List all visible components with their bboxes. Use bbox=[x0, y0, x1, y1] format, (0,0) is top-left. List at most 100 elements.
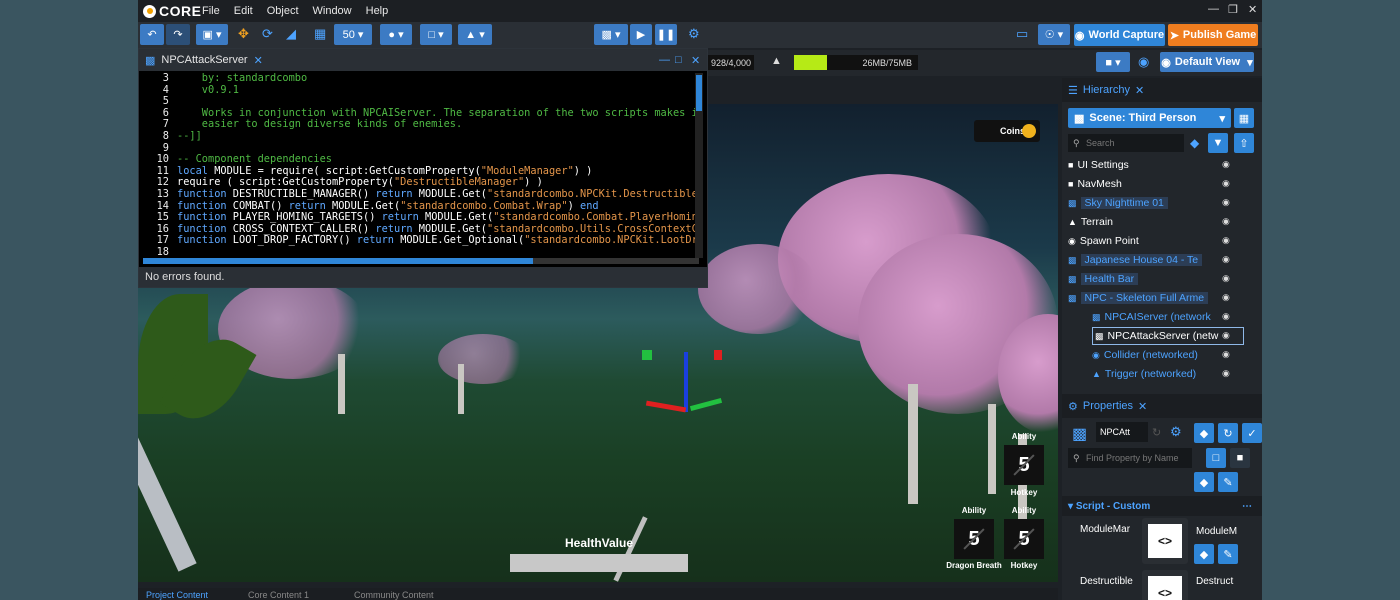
hierarchy-search[interactable]: ⚲ Search bbox=[1068, 134, 1184, 152]
visibility-eye-icon[interactable]: ◉ bbox=[1222, 311, 1230, 322]
grid-size-dropdown[interactable]: 50 ▾ bbox=[334, 24, 372, 45]
redo-button[interactable]: ↷ bbox=[166, 24, 190, 45]
confirm-button[interactable]: ✓ bbox=[1242, 423, 1262, 443]
close-window-icon[interactable]: ✕ bbox=[1248, 3, 1257, 16]
world-capture-button[interactable]: ◉ World Capture bbox=[1074, 24, 1165, 46]
delete-button[interactable]: ■ bbox=[1230, 448, 1250, 468]
hierarchy-item[interactable]: ▩ NPC - Skeleton Full Arme bbox=[1068, 289, 1209, 307]
menu-help[interactable]: Help bbox=[366, 5, 389, 17]
code-line[interactable]: 7 easier to design diverse kinds of enem… bbox=[139, 119, 695, 131]
publish-game-button[interactable]: ➤ Publish Game bbox=[1168, 24, 1258, 46]
visibility-eye-icon[interactable]: ◉ bbox=[1222, 368, 1230, 379]
script-tab-label[interactable]: NPCAttackServer bbox=[161, 54, 247, 66]
code-line[interactable]: 10 -- Component dependencies bbox=[139, 154, 695, 166]
visibility-eye-icon[interactable]: ◉ bbox=[1222, 159, 1230, 170]
hierarchy-tab[interactable]: ☰ Hierarchy ✕ bbox=[1062, 78, 1262, 102]
code-line[interactable]: 4 v0.9.1 bbox=[139, 84, 695, 97]
restore-icon[interactable]: ❐ bbox=[1228, 3, 1238, 16]
network-button[interactable]: ◆ bbox=[1194, 472, 1214, 492]
code-line[interactable]: 13 function DESTRUCTIBLE_MANAGER() return… bbox=[139, 188, 695, 201]
layout-dropdown[interactable]: ■ ▾ bbox=[1096, 52, 1130, 72]
grid-icon[interactable]: ▦ bbox=[314, 26, 326, 42]
editor-minimize-icon[interactable]: — bbox=[659, 54, 670, 66]
gizmo-x-axis[interactable] bbox=[645, 400, 687, 413]
visibility-eye-icon[interactable]: ◉ bbox=[1222, 178, 1230, 189]
rotate-tool-icon[interactable]: ⟳ bbox=[262, 26, 273, 42]
camera-speed-icon[interactable]: ◉ bbox=[1138, 54, 1149, 70]
hierarchy-item[interactable]: ◉ Spawn Point bbox=[1068, 232, 1139, 250]
object-name-field[interactable]: NPCAtt bbox=[1096, 422, 1148, 442]
hierarchy-item[interactable]: ▩ Health Bar bbox=[1068, 270, 1139, 288]
properties-tab[interactable]: ⚙ Properties ✕ bbox=[1062, 394, 1262, 418]
hierarchy-item[interactable]: ▩ NPCAIServer (network bbox=[1092, 308, 1211, 326]
script-asset-thumb[interactable]: <> bbox=[1142, 518, 1188, 564]
hierarchy-item[interactable]: ▩ Sky Nighttime 01 bbox=[1068, 194, 1168, 212]
bug-icon[interactable]: ⚙ bbox=[688, 26, 700, 42]
visibility-eye-icon[interactable]: ◉ bbox=[1222, 273, 1230, 284]
menu-window[interactable]: Window bbox=[313, 5, 352, 17]
refresh-button[interactable]: ↻ bbox=[1218, 423, 1238, 443]
reset-name-icon[interactable]: ↻ bbox=[1152, 426, 1161, 439]
hierarchy-item[interactable]: ▩ Japanese House 04 - Te bbox=[1068, 251, 1203, 269]
network-button[interactable]: ◆ bbox=[1194, 544, 1214, 564]
snap-mode-button[interactable]: ▣ ▾ bbox=[196, 24, 228, 45]
group-icon[interactable]: ◆ bbox=[1190, 136, 1199, 150]
script-custom-section[interactable]: ▾ Script - Custom ⋯ bbox=[1062, 496, 1262, 516]
editor-close-icon[interactable]: ✕ bbox=[691, 54, 700, 67]
edit-button[interactable]: ✎ bbox=[1218, 472, 1238, 492]
properties-close-icon[interactable]: ✕ bbox=[1138, 400, 1147, 413]
code-line[interactable]: 15 function PLAYER_HOMING_TARGETS() retur… bbox=[139, 212, 695, 224]
visibility-eye-icon[interactable]: ◉ bbox=[1222, 254, 1230, 265]
scene-settings-button[interactable]: ▦ bbox=[1234, 108, 1254, 128]
script-asset-thumb[interactable]: <> bbox=[1142, 570, 1188, 600]
tab-community-content[interactable]: Community Content bbox=[354, 590, 434, 600]
visibility-eye-icon[interactable]: ◉ bbox=[1222, 197, 1230, 208]
code-vertical-scrollbar[interactable] bbox=[695, 73, 703, 258]
gizmo-z-axis[interactable] bbox=[684, 352, 688, 412]
hierarchy-item[interactable]: ■ UI Settings bbox=[1068, 156, 1129, 174]
code-area[interactable]: 3 by: standardcombo 4 v0.9.1 5 6 Works in c… bbox=[139, 73, 695, 258]
tab-project-content[interactable]: Project Content bbox=[146, 590, 208, 600]
code-line[interactable]: 18 bbox=[139, 246, 695, 258]
visibility-eye-icon[interactable]: ◉ bbox=[1222, 292, 1230, 303]
visibility-eye-icon[interactable]: ◉ bbox=[1222, 330, 1230, 341]
code-line[interactable]: 3 by: standardcombo bbox=[139, 73, 695, 85]
gizmo-y-axis[interactable] bbox=[689, 397, 723, 412]
collision-dropdown[interactable]: □ ▾ bbox=[420, 24, 452, 45]
menu-edit[interactable]: Edit bbox=[234, 5, 253, 17]
community-dropdown[interactable]: ☉ ▾ bbox=[1038, 24, 1070, 45]
pause-button[interactable]: ❚❚ bbox=[655, 24, 677, 45]
gizmo-plane-handle[interactable] bbox=[714, 350, 722, 360]
copy-button[interactable]: □ bbox=[1206, 448, 1226, 468]
menu-object[interactable]: Object bbox=[267, 5, 299, 17]
hierarchy-item[interactable]: ▲ Terrain bbox=[1068, 213, 1113, 231]
code-line[interactable]: 8 --]] bbox=[139, 130, 695, 143]
player-settings-dropdown[interactable]: ▲ ▾ bbox=[458, 24, 492, 45]
edit-button[interactable]: ✎ bbox=[1218, 544, 1238, 564]
visibility-eye-icon[interactable]: ◉ bbox=[1222, 235, 1230, 246]
screen-icon[interactable]: ▭ bbox=[1016, 26, 1028, 42]
multiplayer-preview-dropdown[interactable]: ▩ ▾ bbox=[594, 24, 628, 45]
code-horizontal-scroll-thumb[interactable] bbox=[143, 258, 533, 264]
settings-cog-icon[interactable]: ⚙ bbox=[1170, 424, 1182, 440]
scale-tool-icon[interactable]: ◢ bbox=[286, 26, 296, 42]
default-view-dropdown[interactable]: ◉ Default View ▾ bbox=[1160, 52, 1254, 72]
tab-close-icon[interactable]: ✕ bbox=[254, 54, 263, 67]
hierarchy-item[interactable]: ▲ Trigger (networked) bbox=[1092, 365, 1196, 383]
visibility-eye-icon[interactable]: ◉ bbox=[1222, 216, 1230, 227]
play-button[interactable]: ▶ bbox=[630, 24, 652, 45]
upload-button[interactable]: ⇧ bbox=[1234, 133, 1254, 153]
hierarchy-item[interactable]: ◉ Collider (networked) bbox=[1092, 346, 1198, 364]
visibility-eye-icon[interactable]: ◉ bbox=[1222, 349, 1230, 360]
tab-core-content[interactable]: Core Content 1 bbox=[248, 590, 309, 600]
minimize-icon[interactable]: — bbox=[1208, 3, 1219, 15]
hierarchy-item[interactable]: ■ NavMesh bbox=[1068, 175, 1122, 193]
gizmo-plane-handle[interactable] bbox=[642, 350, 652, 360]
scene-selector[interactable]: ▩ Scene: Third Person ▾ bbox=[1068, 108, 1231, 128]
world-space-dropdown[interactable]: ● ▾ bbox=[380, 24, 412, 45]
editor-maximize-icon[interactable]: □ bbox=[675, 54, 682, 66]
custom-prop-value[interactable]: Destruct bbox=[1196, 576, 1233, 587]
move-tool-icon[interactable]: ✥ bbox=[238, 26, 249, 42]
hierarchy-close-icon[interactable]: ✕ bbox=[1135, 84, 1144, 97]
code-horizontal-scrollbar[interactable] bbox=[143, 258, 699, 264]
